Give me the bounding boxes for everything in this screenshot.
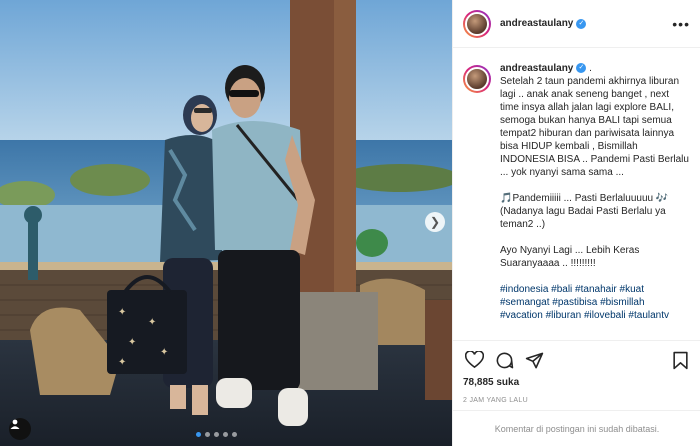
svg-text:✦: ✦	[118, 307, 126, 318]
verified-badge-icon: ✓	[576, 63, 587, 74]
caption-hashtags[interactable]: #indonesia #bali #tanahair #kuat #semang…	[500, 284, 669, 321]
svg-text:✦: ✦	[128, 337, 136, 348]
post-timestamp[interactable]: 2 JAM YANG LALU	[463, 397, 691, 404]
svg-text:✦: ✦	[148, 317, 156, 328]
bookmark-icon[interactable]	[669, 349, 691, 371]
user-tag-icon	[10, 419, 20, 429]
action-icons	[463, 349, 691, 371]
comments-disabled-notice: Komentar di postingan ini sudah dibatasi…	[453, 410, 700, 446]
svg-text:✦: ✦	[118, 357, 126, 368]
avatar[interactable]	[463, 9, 491, 38]
post-side-panel: andreastaulany ✓ ••• andreastaulany ✓ . S…	[452, 0, 700, 446]
carousel-dot	[196, 432, 201, 437]
photo-scene: ✦✦ ✦✦ ✦	[0, 0, 452, 446]
heart-icon[interactable]	[463, 349, 485, 371]
post-header: andreastaulany ✓ •••	[453, 0, 700, 48]
avatar[interactable]	[463, 65, 491, 93]
likes-count[interactable]: 78,885 suka	[463, 377, 691, 388]
post-photo[interactable]: ✦ ✦ ✦ ✦ ✦ ❯	[0, 0, 452, 446]
share-icon[interactable]	[523, 349, 545, 371]
next-photo-button[interactable]: ❯	[425, 212, 445, 232]
comment-icon[interactable]	[493, 349, 515, 371]
carousel-dot	[223, 432, 228, 437]
caption: andreastaulany ✓ . Setelah 2 taun pandemi…	[463, 62, 691, 322]
svg-text:✦: ✦	[160, 347, 168, 358]
caption-text: Setelah 2 taun pandemi akhirnya liburan …	[500, 76, 689, 269]
carousel-indicators	[196, 432, 237, 437]
caption-username[interactable]: andreastaulany	[500, 63, 573, 74]
post-actions: 78,885 suka 2 JAM YANG LALU	[453, 340, 700, 404]
verified-badge-icon: ✓	[576, 18, 587, 29]
tagged-users-button[interactable]	[9, 418, 31, 440]
caption-body: andreastaulany ✓ . Setelah 2 taun pandemi…	[500, 62, 690, 322]
carousel-dot	[214, 432, 219, 437]
more-options-icon[interactable]: •••	[672, 16, 690, 32]
carousel-dot	[205, 432, 210, 437]
comments-area: andreastaulany ✓ . Setelah 2 taun pandemi…	[453, 49, 700, 340]
carousel-dot	[232, 432, 237, 437]
header-username[interactable]: andreastaulany	[500, 18, 573, 29]
chevron-right-icon: ❯	[429, 215, 441, 229]
